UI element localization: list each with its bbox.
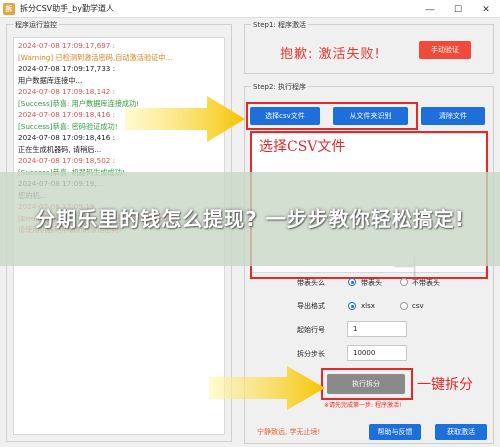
log-line: 2024-07-08 17:09:17,733 : (18, 64, 116, 73)
title-bar: 拆 拆分CSV助手_by勤学道人 — ☐ ✕ (0, 0, 500, 18)
format-csv-label: csv (412, 302, 424, 310)
minimize-icon[interactable]: — (416, 0, 444, 18)
step2-title: Step2: 执行程序 (251, 82, 308, 92)
step1-group: Step1: 程序激活 抱歉: 激活失败! 手动验证 (244, 20, 494, 74)
format-csv-radio[interactable] (400, 302, 408, 310)
arrow-to-select-icon (125, 96, 245, 142)
step-size-input[interactable]: 10000 (347, 345, 407, 361)
footer-slogan: 宁静致远, 学无止境! (257, 428, 321, 436)
banner-text: 分期乐里的钱怎么提现? 一步步教你轻松搞定! (35, 207, 465, 231)
run-split-button[interactable]: 执行拆分 (327, 374, 405, 394)
window-title: 拆分CSV助手_by勤学道人 (20, 4, 114, 13)
annotation-run-text: 一键拆分 (417, 377, 473, 393)
run-hint: ※请先完成第一步: 程序激活! (324, 402, 402, 409)
from-folder-button[interactable]: 从文件夹识别 (333, 107, 408, 125)
clear-files-button[interactable]: 清除文件 (421, 107, 485, 125)
header-yes-label: 带表头 (361, 279, 382, 287)
header-yes-radio[interactable] (348, 278, 356, 286)
log-line: 2024-07-08 17:09:17,697 : (18, 41, 116, 50)
app-icon: 拆 (3, 2, 15, 15)
log-line: 2024-07-08 17:09:18,502 : (18, 156, 116, 165)
start-row-input[interactable]: 1 (347, 321, 407, 337)
title-banner: 分期乐里的钱怎么提现? 一步步教你轻松搞定! (0, 172, 500, 266)
header-label: 带表头么 (297, 279, 325, 287)
log-panel-title: 程序运行监控 (13, 20, 59, 30)
select-csv-button[interactable]: 选择csv文件 (250, 107, 320, 125)
help-feedback-button[interactable]: 帮助与反馈 (369, 424, 421, 440)
arrow-to-run-icon (209, 366, 325, 410)
maximize-icon[interactable]: ☐ (444, 0, 472, 18)
step-size-label: 拆分步长 (297, 350, 325, 358)
log-line: 用户数据库连接中... (18, 75, 83, 85)
step1-title: Step1: 程序激活 (251, 20, 308, 30)
log-line: 正在生成机器码, 请稍后... (18, 144, 102, 154)
format-xlsx-label: xlsx (361, 302, 375, 310)
log-line: [Warning] 已检测到激活密码,自动激活验证中... (18, 52, 173, 62)
format-xlsx-radio[interactable] (348, 302, 356, 310)
close-icon[interactable]: ✕ (472, 0, 500, 18)
get-activation-button[interactable]: 获取激活 (435, 424, 487, 440)
annotation-select-text: 选择CSV文件 (259, 139, 346, 155)
activation-status: 抱歉: 激活失败! (280, 47, 381, 62)
manual-activate-button[interactable]: 手动验证 (419, 41, 471, 59)
start-row-label: 起始行号 (297, 326, 325, 334)
format-label: 导出格式 (297, 302, 325, 310)
